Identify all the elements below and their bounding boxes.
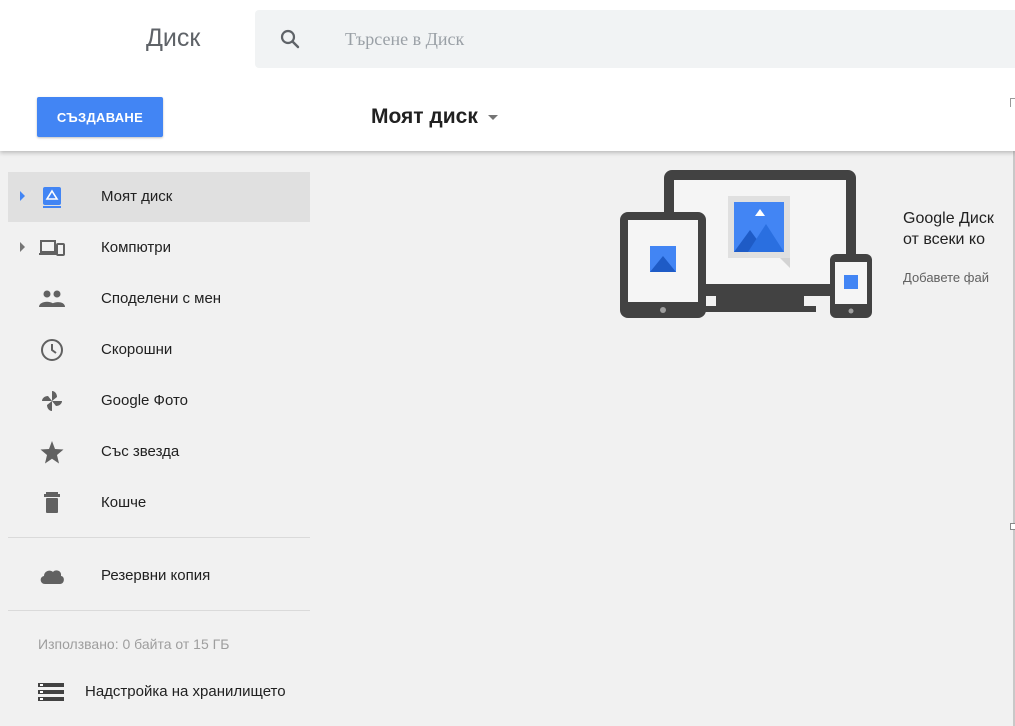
search-input[interactable] — [345, 24, 945, 54]
sidebar-item-label: Моят диск — [101, 188, 173, 205]
promo-title-line2: от всеки ко — [903, 231, 985, 248]
expand-arrow-icon[interactable] — [20, 242, 25, 252]
clock-icon — [41, 339, 63, 361]
promo-title: Google Диск от всеки ко — [903, 208, 1013, 250]
sidebar-item-google-photos[interactable]: Google Фото — [8, 376, 310, 426]
search-icon[interactable] — [278, 27, 302, 51]
sidebar-item-starred[interactable]: Със звезда — [8, 427, 310, 477]
storage-usage-text: Използвано: 0 байта от 15 ГБ — [38, 636, 230, 652]
drive-icon — [43, 187, 61, 208]
storage-upgrade-label: Надстройка на хранилището — [85, 683, 286, 700]
sidebar-item-computers[interactable]: Компютри — [8, 223, 310, 273]
people-icon — [39, 290, 65, 307]
sidebar-divider — [8, 610, 310, 611]
sidebar-item-my-drive[interactable]: Моят диск — [8, 172, 310, 222]
chevron-down-icon — [487, 114, 498, 120]
cloud-icon — [40, 570, 64, 584]
star-icon — [40, 441, 64, 464]
promo-subtitle: Добавете фай — [903, 270, 989, 285]
sidebar-item-label: Споделени с мен — [101, 290, 222, 307]
sidebar-divider — [8, 537, 310, 538]
resize-handle[interactable] — [1010, 523, 1015, 530]
sidebar-item-label: Със звезда — [101, 443, 180, 460]
sidebar-item-label: Резервни копия — [101, 567, 211, 584]
location-dropdown[interactable]: Моят диск — [371, 103, 498, 131]
sidebar-item-label: Скорошни — [101, 341, 173, 358]
storage-icon — [38, 683, 64, 701]
photos-pinwheel-icon — [42, 391, 62, 411]
sidebar: Моят диск Компютри Споделени с мен Скоро… — [0, 151, 311, 726]
sidebar-item-shared-with-me[interactable]: Споделени с мен — [8, 274, 310, 324]
sidebar-item-label: Google Фото — [101, 392, 188, 409]
trash-icon — [44, 492, 60, 513]
computers-icon — [39, 240, 65, 256]
app-title: Диск — [146, 24, 201, 52]
promo-title-line1: Google Диск — [903, 210, 994, 227]
sidebar-item-label: Кошче — [101, 494, 147, 511]
sidebar-item-recent[interactable]: Скорошни — [8, 325, 310, 375]
sidebar-item-label: Компютри — [101, 239, 172, 256]
sidebar-item-backups[interactable]: Резервни копия — [8, 551, 310, 601]
create-button[interactable]: СЪЗДАВАНЕ — [37, 97, 163, 137]
location-label: Моят диск — [371, 105, 478, 128]
devices-illustration — [620, 170, 872, 318]
sidebar-item-trash[interactable]: Кошче — [8, 478, 310, 528]
scrollbar-corner — [1010, 98, 1015, 107]
search-bar[interactable] — [255, 10, 1015, 68]
top-bar: Диск СЪЗДАВАНЕ Моят диск — [0, 0, 1015, 151]
expand-arrow-icon[interactable] — [20, 191, 25, 201]
